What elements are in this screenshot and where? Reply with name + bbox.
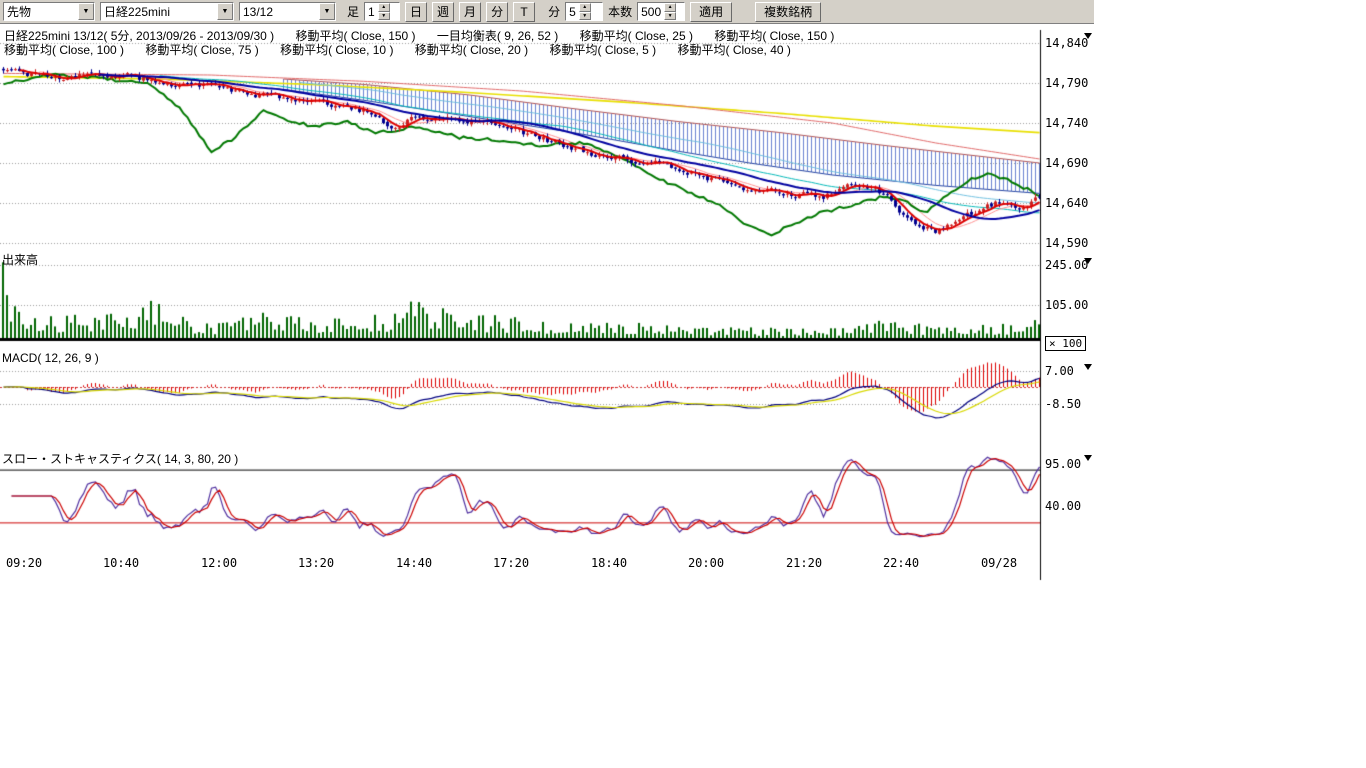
apply-button[interactable]: 適用 bbox=[690, 2, 732, 22]
volume-axis-label: 105.00 bbox=[1045, 298, 1093, 312]
contract-month-select[interactable]: 13/12 ▼ bbox=[239, 2, 336, 21]
bar-count-value: 500 bbox=[638, 3, 664, 20]
bar-count-label: 本数 bbox=[608, 3, 632, 20]
contract-month-value: 13/12 bbox=[240, 5, 319, 19]
spinner-down-icon[interactable]: ▼ bbox=[579, 12, 591, 21]
price-axis-label: 14,740 bbox=[1045, 116, 1093, 130]
instrument-type-value: 先物 bbox=[4, 3, 78, 20]
minute-interval-spinner[interactable]: 5 ▲ ▼ bbox=[565, 2, 603, 21]
period-minute-button[interactable]: 分 bbox=[486, 2, 508, 22]
time-axis-label: 20:00 bbox=[682, 556, 730, 570]
minute-interval-value: 5 bbox=[566, 3, 579, 20]
time-axis-label: 18:40 bbox=[585, 556, 633, 570]
time-axis-label: 10:40 bbox=[97, 556, 145, 570]
spinner-up-icon[interactable]: ▲ bbox=[378, 3, 390, 12]
trading-chart-window: 先物 ▼ 日経225mini ▼ 13/12 ▼ 足 1 ▲ ▼ 日 週 月 分… bbox=[0, 0, 1366, 768]
time-axis-label: 22:40 bbox=[877, 556, 925, 570]
symbol-value: 日経225mini bbox=[101, 3, 217, 20]
toolbar: 先物 ▼ 日経225mini ▼ 13/12 ▼ 足 1 ▲ ▼ 日 週 月 分… bbox=[0, 0, 1094, 24]
price-axis-label: 14,690 bbox=[1045, 156, 1093, 170]
time-axis-label: 13:20 bbox=[292, 556, 340, 570]
time-axis-label: 14:40 bbox=[390, 556, 438, 570]
time-axis-label: 09/28 bbox=[975, 556, 1023, 570]
legend-item: 移動平均( Close, 75 ) bbox=[145, 43, 258, 57]
bar-count-spinner[interactable]: 500 ▲ ▼ bbox=[637, 2, 685, 21]
spinner-down-icon[interactable]: ▼ bbox=[664, 12, 676, 21]
bar-interval-spinner[interactable]: 1 ▲ ▼ bbox=[364, 2, 400, 21]
minute-label: 分 bbox=[548, 3, 560, 20]
price-axis-label: 14,590 bbox=[1045, 236, 1093, 250]
price-axis-label: 14,640 bbox=[1045, 196, 1093, 210]
spinner-arrows: ▲ ▼ bbox=[664, 3, 676, 20]
price-panel-arrow-icon[interactable] bbox=[1084, 33, 1092, 39]
spinner-arrows: ▲ ▼ bbox=[579, 3, 591, 20]
symbol-select[interactable]: 日経225mini ▼ bbox=[100, 2, 234, 21]
stoch-axis-label: 40.00 bbox=[1045, 499, 1093, 513]
volume-panel-title: 出来高 bbox=[2, 251, 38, 268]
legend-item: 移動平均( Close, 40 ) bbox=[678, 43, 791, 57]
macd-panel-title: MACD( 12, 26, 9 ) bbox=[2, 351, 99, 365]
chevron-down-icon[interactable]: ▼ bbox=[78, 3, 94, 20]
spinner-up-icon[interactable]: ▲ bbox=[664, 3, 676, 12]
macd-axis-label: -8.50 bbox=[1045, 397, 1093, 411]
time-axis-label: 09:20 bbox=[0, 556, 48, 570]
stoch-panel-arrow-icon[interactable] bbox=[1084, 455, 1092, 461]
chart-plot-area[interactable] bbox=[0, 0, 1100, 590]
multi-symbol-button[interactable]: 複数銘柄 bbox=[755, 2, 821, 22]
bar-interval-value: 1 bbox=[365, 3, 378, 20]
chevron-down-icon[interactable]: ▼ bbox=[217, 3, 233, 20]
time-axis-label: 12:00 bbox=[195, 556, 243, 570]
price-axis-label: 14,790 bbox=[1045, 76, 1093, 90]
spinner-up-icon[interactable]: ▲ bbox=[579, 3, 591, 12]
time-axis-label: 17:20 bbox=[487, 556, 535, 570]
spinner-down-icon[interactable]: ▼ bbox=[378, 12, 390, 21]
indicator-legend-line2: 移動平均( Close, 100 ) 移動平均( Close, 75 ) 移動平… bbox=[4, 41, 809, 58]
bar-type-label: 足 bbox=[347, 3, 359, 20]
spinner-arrows: ▲ ▼ bbox=[378, 3, 390, 20]
instrument-type-select[interactable]: 先物 ▼ bbox=[3, 2, 95, 21]
legend-item: 移動平均( Close, 100 ) bbox=[4, 43, 124, 57]
macd-panel-arrow-icon[interactable] bbox=[1084, 364, 1092, 370]
legend-item: 移動平均( Close, 20 ) bbox=[415, 43, 528, 57]
legend-item: 移動平均( Close, 10 ) bbox=[280, 43, 393, 57]
time-axis-label: 21:20 bbox=[780, 556, 828, 570]
period-tick-button[interactable]: T bbox=[513, 2, 535, 22]
period-week-button[interactable]: 週 bbox=[432, 2, 454, 22]
period-month-button[interactable]: 月 bbox=[459, 2, 481, 22]
period-day-button[interactable]: 日 bbox=[405, 2, 427, 22]
legend-item: 移動平均( Close, 5 ) bbox=[549, 43, 656, 57]
volume-multiplier-badge: × 100 bbox=[1045, 336, 1086, 351]
volume-panel-arrow-icon[interactable] bbox=[1084, 258, 1092, 264]
stochastics-panel-title: スロー・ストキャスティクス( 14, 3, 80, 20 ) bbox=[2, 450, 238, 467]
chevron-down-icon[interactable]: ▼ bbox=[319, 3, 335, 20]
